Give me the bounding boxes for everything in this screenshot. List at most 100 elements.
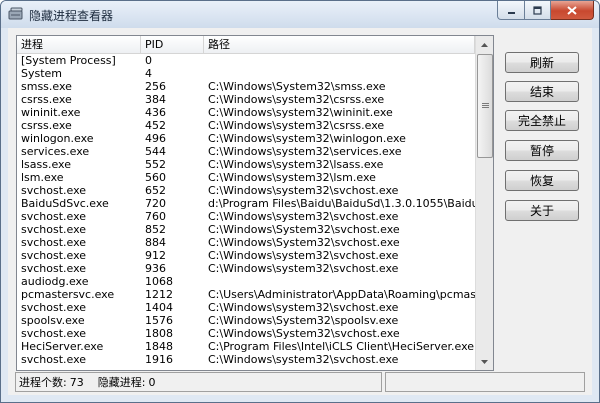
path-cell: C:\Windows\system32\lsass.exe — [208, 158, 384, 171]
process-count-label: 进程个数: — [19, 376, 67, 389]
list-header: 进程 PID 路径 — [17, 36, 475, 54]
refresh-button[interactable]: 刷新 — [505, 52, 579, 73]
table-row[interactable]: spoolsv.exe 1576 C:\Windows\System32\spool… — [17, 314, 475, 327]
close-icon — [567, 5, 577, 15]
process-name-cell: svchost.exe — [21, 353, 87, 366]
disable-process-button[interactable]: 完全禁止 — [505, 110, 579, 131]
client-area: 进程 PID 路径 [System Process] 0 System 4 smss.e… — [8, 28, 592, 395]
pid-cell: 4 — [145, 67, 152, 80]
process-name-cell: BaiduSdSvc.exe — [21, 197, 109, 210]
path-cell: C:\Windows\system32\svchost.exe — [208, 353, 399, 366]
process-name-cell: pcmastersvc.exe — [21, 288, 115, 301]
table-row[interactable]: audiodg.exe 1068 — [17, 275, 475, 288]
close-button[interactable] — [551, 1, 594, 20]
table-row[interactable]: wininit.exe 436 C:\Windows\system32\winini… — [17, 106, 475, 119]
arrow-down-icon — [481, 359, 488, 364]
minimize-button[interactable] — [497, 1, 525, 20]
path-cell: C:\Windows\system32\lsm.exe — [208, 171, 376, 184]
path-cell: C:\Windows\system32\winlogon.exe — [208, 132, 406, 145]
path-cell: C:\Windows\system32\svchost.exe — [208, 249, 399, 262]
pid-cell: 496 — [145, 132, 166, 145]
pid-cell: 544 — [145, 145, 166, 158]
table-row[interactable]: lsm.exe 560 C:\Windows\system32\lsm.exe — [17, 171, 475, 184]
scroll-down-button[interactable] — [476, 353, 493, 370]
table-row[interactable]: csrss.exe 384 C:\Windows\system32\csrss.ex… — [17, 93, 475, 106]
process-name-cell: svchost.exe — [21, 210, 87, 223]
pid-cell: 1848 — [145, 340, 173, 353]
path-cell: C:\Windows\System32\svchost.exe — [208, 236, 400, 249]
pid-cell: 852 — [145, 223, 166, 236]
about-button[interactable]: 关于 — [505, 200, 579, 221]
resume-button[interactable]: 恢复 — [505, 170, 579, 191]
table-row[interactable]: svchost.exe 1916 C:\Windows\system32\svcho… — [17, 353, 475, 366]
process-name-cell: smss.exe — [21, 80, 72, 93]
process-name-cell: winlogon.exe — [21, 132, 94, 145]
table-row[interactable]: svchost.exe 760 C:\Windows\system32\svchos… — [17, 210, 475, 223]
process-name-cell: HeciServer.exe — [21, 340, 104, 353]
path-cell: C:\Windows\System32\spoolsv.exe — [208, 314, 399, 327]
table-row[interactable]: smss.exe 256 C:\Windows\System32\smss.exe — [17, 80, 475, 93]
column-header-pid[interactable]: PID — [141, 36, 204, 53]
pid-cell: 1576 — [145, 314, 173, 327]
table-row[interactable]: lsass.exe 552 C:\Windows\system32\lsass.ex… — [17, 158, 475, 171]
hidden-count: 0 — [148, 375, 156, 389]
process-list[interactable]: 进程 PID 路径 [System Process] 0 System 4 smss.e… — [16, 35, 494, 371]
table-row[interactable]: pcmastersvc.exe 1212 C:\Users\Administrato… — [17, 288, 475, 301]
column-header-path[interactable]: 路径 — [204, 36, 475, 53]
process-name-cell: svchost.exe — [21, 184, 87, 197]
table-row[interactable]: winlogon.exe 496 C:\Windows\system32\winlo… — [17, 132, 475, 145]
table-row[interactable]: svchost.exe 852 C:\Windows\System32\svchos… — [17, 223, 475, 236]
grip-icon — [481, 103, 489, 108]
pid-cell: 1404 — [145, 301, 173, 314]
process-name-cell: svchost.exe — [21, 327, 87, 340]
pid-cell: 1916 — [145, 353, 173, 366]
minimize-icon — [507, 11, 515, 14]
pid-cell: 1808 — [145, 327, 173, 340]
pid-cell: 936 — [145, 262, 166, 275]
table-row[interactable]: BaiduSdSvc.exe 720 d:\Program Files\Baidu\… — [17, 197, 475, 210]
maximize-button[interactable] — [525, 1, 551, 20]
path-cell: C:\Windows\System32\smss.exe — [208, 80, 386, 93]
pid-cell: 436 — [145, 106, 166, 119]
status-bar: 进程个数: 73 隐藏进程: 0 — [15, 372, 382, 392]
table-row[interactable]: csrss.exe 452 C:\Windows\system32\csrss.ex… — [17, 119, 475, 132]
table-row[interactable]: [System Process] 0 — [17, 54, 475, 67]
pid-cell: 720 — [145, 197, 166, 210]
end-process-button[interactable]: 结束 — [505, 81, 579, 102]
process-name-cell: svchost.exe — [21, 301, 87, 314]
table-row[interactable]: System 4 — [17, 67, 475, 80]
path-cell: C:\Windows\System32\svchost.exe — [208, 327, 400, 340]
title-bar[interactable]: 隐藏进程查看器 — [1, 1, 599, 28]
pid-cell: 760 — [145, 210, 166, 223]
table-row[interactable]: services.exe 544 C:\Windows\system32\servi… — [17, 145, 475, 158]
column-header-process[interactable]: 进程 — [17, 36, 141, 53]
path-cell: C:\Program Files\Intel\iCLS Client\HeciS… — [208, 340, 475, 353]
process-name-cell: csrss.exe — [21, 93, 72, 106]
pid-cell: 256 — [145, 80, 166, 93]
path-cell: C:\Windows\system32\svchost.exe — [208, 184, 399, 197]
pause-button[interactable]: 暂停 — [505, 140, 579, 161]
table-row[interactable]: svchost.exe 1808 C:\Windows\System32\svcho… — [17, 327, 475, 340]
scroll-up-button[interactable] — [476, 36, 493, 53]
arrow-up-icon — [481, 42, 488, 47]
process-count: 73 — [69, 375, 84, 389]
table-row[interactable]: svchost.exe 936 C:\Windows\system32\svchos… — [17, 262, 475, 275]
table-row[interactable]: svchost.exe 912 C:\Windows\system32\svchos… — [17, 249, 475, 262]
pid-cell: 1212 — [145, 288, 173, 301]
process-name-cell: csrss.exe — [21, 119, 72, 132]
scroll-thumb[interactable] — [477, 54, 493, 158]
process-name-cell: spoolsv.exe — [21, 314, 85, 327]
table-row[interactable]: HeciServer.exe 1848 C:\Program Files\Intel… — [17, 340, 475, 353]
process-name-cell: svchost.exe — [21, 236, 87, 249]
path-cell: C:\Windows\System32\svchost.exe — [208, 223, 400, 236]
table-row[interactable]: svchost.exe 652 C:\Windows\system32\svchos… — [17, 184, 475, 197]
table-row[interactable]: svchost.exe 884 C:\Windows\System32\svchos… — [17, 236, 475, 249]
pid-cell: 0 — [145, 54, 152, 67]
process-name-cell: lsass.exe — [21, 158, 71, 171]
process-name-cell: wininit.exe — [21, 106, 81, 119]
vertical-scrollbar[interactable] — [475, 36, 493, 370]
pid-cell: 884 — [145, 236, 166, 249]
pid-cell: 912 — [145, 249, 166, 262]
table-row[interactable]: svchost.exe 1404 C:\Windows\system32\svcho… — [17, 301, 475, 314]
app-icon — [8, 7, 23, 20]
